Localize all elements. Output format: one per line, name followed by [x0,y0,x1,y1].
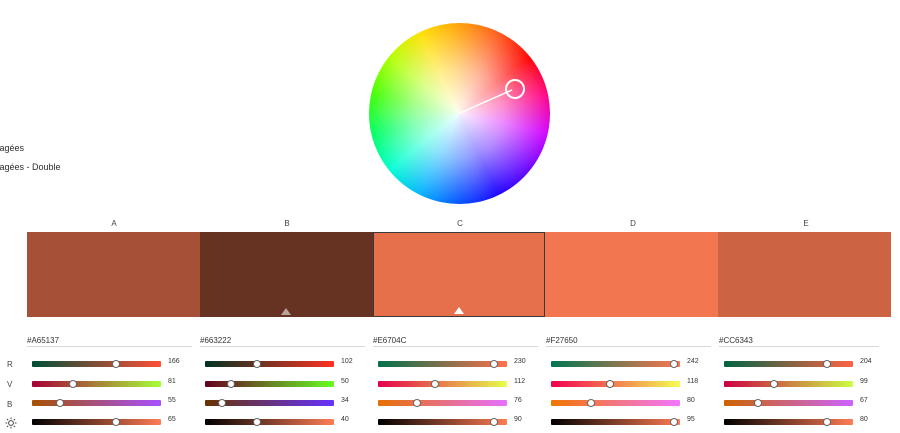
slider-knob[interactable] [430,380,439,388]
slider-red-d[interactable] [551,360,680,368]
row-label-blue: B [7,400,13,409]
slider-knob[interactable] [823,360,832,368]
hex-underline [200,346,365,347]
slider-value-red-e[interactable]: 204 [860,358,872,365]
slider-knob[interactable] [490,360,499,368]
slider-green-e[interactable] [724,380,853,388]
slider-knob[interactable] [252,360,261,368]
hex-value-e[interactable]: #CC6343 [719,336,753,345]
swatch-d[interactable] [545,232,719,317]
slider-knob[interactable] [412,399,421,407]
hex-underline [27,346,192,347]
hex-value-a[interactable]: #A65137 [27,336,59,345]
hex-underline [373,346,538,347]
column-label-b: B [284,219,290,228]
slider-knob[interactable] [217,399,226,407]
slider-knob[interactable] [111,360,120,368]
slider-knob[interactable] [111,418,120,426]
slider-value-brightness-d[interactable]: 95 [687,416,695,423]
slider-knob[interactable] [586,399,595,407]
hex-value-d[interactable]: #F27650 [546,336,578,345]
slider-knob[interactable] [669,418,678,426]
column-label-a: A [111,219,117,228]
slider-green-a[interactable] [32,380,161,388]
slider-brightness-a[interactable] [32,418,161,426]
slider-value-blue-d[interactable]: 80 [687,397,695,404]
slider-value-blue-e[interactable]: 67 [860,397,868,404]
slider-blue-c[interactable] [378,399,507,407]
column-label-d: D [630,219,636,228]
slider-value-blue-a[interactable]: 55 [168,397,176,404]
color-wheel[interactable] [369,23,550,204]
slider-green-c[interactable] [378,380,507,388]
slider-knob[interactable] [56,399,65,407]
slider-red-e[interactable] [724,360,853,368]
swatch-b[interactable] [199,232,373,317]
slider-knob[interactable] [490,418,499,426]
slider-knob[interactable] [770,380,779,388]
column-label-c: C [457,219,463,228]
slider-value-red-d[interactable]: 242 [687,358,699,365]
slider-value-brightness-b[interactable]: 40 [341,416,349,423]
sun-icon [5,417,17,429]
column-label-e: E [803,219,809,228]
slider-value-brightness-a[interactable]: 65 [168,416,176,423]
slider-value-green-c[interactable]: 112 [514,378,525,385]
slider-blue-e[interactable] [724,399,853,407]
slider-red-b[interactable] [205,360,334,368]
slider-knob[interactable] [69,380,78,388]
row-label-red: R [7,360,13,369]
slider-knob[interactable] [753,399,762,407]
slider-red-c[interactable] [378,360,507,368]
slider-knob[interactable] [606,380,615,388]
slider-knob[interactable] [823,418,832,426]
slider-blue-a[interactable] [32,399,161,407]
slider-blue-b[interactable] [205,399,334,407]
slider-value-green-d[interactable]: 118 [687,378,698,385]
slider-value-brightness-e[interactable]: 80 [860,416,868,423]
swatch-e[interactable] [718,232,891,317]
slider-value-red-c[interactable]: 230 [514,358,526,365]
slider-brightness-d[interactable] [551,418,680,426]
slider-brightness-e[interactable] [724,418,853,426]
harmony-option-shared[interactable]: rtagées [0,143,24,153]
hex-value-c[interactable]: #E6704C [373,336,406,345]
slider-value-green-e[interactable]: 99 [860,378,868,385]
row-label-green: V [7,380,13,389]
slider-brightness-c[interactable] [378,418,507,426]
color-wheel-overlay [459,79,525,114]
slider-value-blue-b[interactable]: 34 [341,397,349,404]
harmony-option-shared-double[interactable]: rtagées - Double [0,162,61,172]
hex-underline [546,346,711,347]
wheel-handle[interactable] [505,79,525,99]
slider-knob[interactable] [226,380,235,388]
base-color-marker [281,308,292,315]
wheel-handle-line [459,89,513,114]
slider-knob[interactable] [669,360,678,368]
slider-value-brightness-c[interactable]: 90 [514,416,522,423]
slider-value-green-b[interactable]: 50 [341,378,349,385]
swatch-row [27,232,891,317]
slider-value-red-a[interactable]: 166 [168,358,180,365]
slider-value-green-a[interactable]: 81 [168,378,176,385]
slider-green-d[interactable] [551,380,680,388]
slider-blue-d[interactable] [551,399,680,407]
slider-red-a[interactable] [32,360,161,368]
base-color-marker [453,307,464,314]
hex-value-b[interactable]: #663222 [200,336,231,345]
slider-knob[interactable] [252,418,261,426]
hex-underline [719,346,879,347]
slider-brightness-b[interactable] [205,418,334,426]
slider-green-b[interactable] [205,380,334,388]
slider-value-blue-c[interactable]: 76 [514,397,522,404]
swatch-a[interactable] [27,232,200,317]
swatch-c[interactable] [372,232,546,317]
slider-value-red-b[interactable]: 102 [341,358,353,365]
